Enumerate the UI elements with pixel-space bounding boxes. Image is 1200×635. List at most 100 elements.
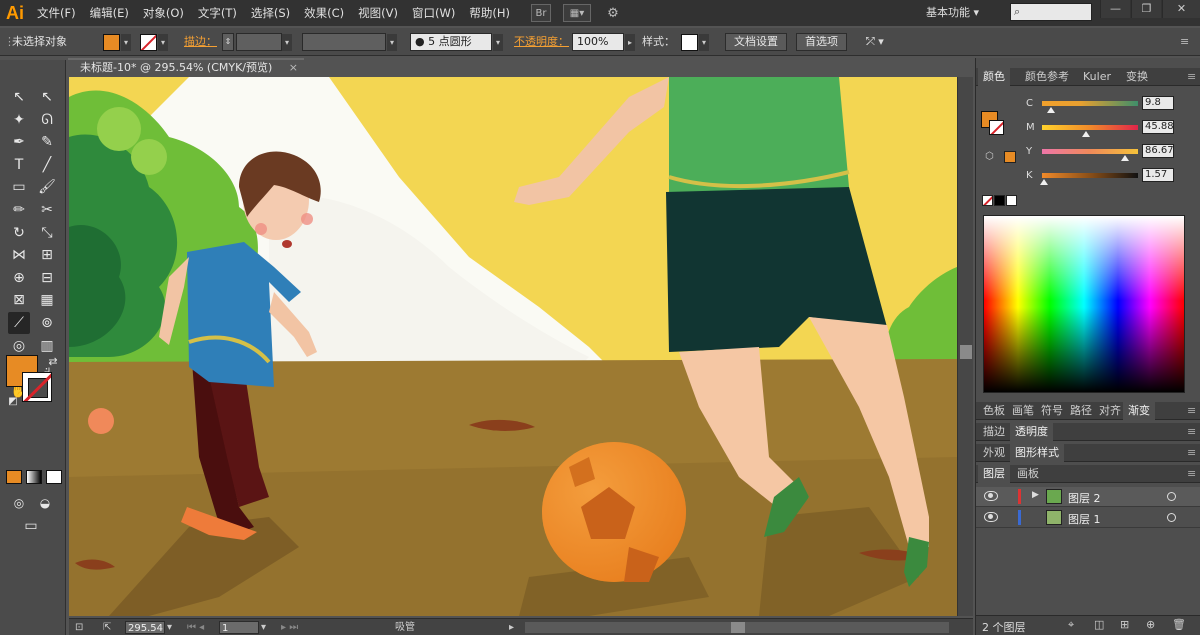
gpu-performance-icon[interactable]: ⚙ [603, 4, 623, 22]
fill-dropdown[interactable]: ▾ [121, 34, 131, 51]
channel-y-knob[interactable] [1121, 155, 1130, 161]
layer-name[interactable]: 图层 2 [1068, 490, 1101, 506]
tab-symbols[interactable]: 符号 [1036, 402, 1068, 420]
channel-k-slider[interactable] [1042, 173, 1138, 178]
pen-tool-icon[interactable]: ✒ [8, 131, 30, 153]
gradient-tool-icon[interactable]: ▦ [36, 289, 58, 311]
channel-k-knob[interactable] [1039, 179, 1048, 185]
symbol-sprayer-tool-icon[interactable]: ◎ [8, 335, 30, 357]
free-transform-tool-icon[interactable]: ⊞ [36, 244, 58, 266]
draw-inside-icon[interactable]: ◒ [34, 492, 56, 514]
tab-appearance[interactable]: 外观 [978, 444, 1010, 462]
panel-menu-icon[interactable]: ≡ [1182, 465, 1200, 483]
swap-fill-stroke-icon[interactable]: ⇄ [42, 350, 64, 372]
layer-target-icon[interactable] [1167, 492, 1176, 501]
minimize-button[interactable]: — [1100, 0, 1130, 18]
tab-color[interactable]: 颜色 [978, 68, 1010, 86]
opacity-label[interactable]: 不透明度： [514, 32, 569, 52]
artboard-canvas[interactable] [69, 77, 957, 616]
zoom-dropdown[interactable]: ▾ [167, 621, 172, 634]
opacity-dropdown[interactable]: ▸ [625, 34, 635, 51]
tab-stroke[interactable]: 描边 [978, 423, 1010, 441]
default-colors-icon[interactable]: ◩ [2, 390, 24, 412]
opacity-input[interactable]: 100% [572, 33, 624, 51]
make-clipping-mask-icon[interactable]: ◫ [1094, 618, 1104, 631]
tab-gradient[interactable]: 渐变 [1123, 402, 1155, 420]
zoom-input[interactable]: 295.54 [125, 621, 165, 634]
tab-transform[interactable]: 变换 [1121, 68, 1153, 86]
scale-tool-icon[interactable]: ⤡ [36, 222, 58, 244]
screen-mode-icon[interactable]: ▭ [20, 515, 42, 537]
menu-effect[interactable]: 效果(C) [297, 0, 351, 26]
tab-brushes[interactable]: 画笔 [1007, 402, 1039, 420]
menu-edit[interactable]: 编辑(E) [83, 0, 136, 26]
perspective-grid-tool-icon[interactable]: ⊟ [36, 267, 58, 289]
rotate-tool-icon[interactable]: ↻ [8, 222, 30, 244]
layer-row[interactable]: ▶ 图层 2 [976, 487, 1200, 507]
layer-target-icon[interactable] [1167, 513, 1176, 522]
stroke-weight-stepper[interactable]: ⇕ [222, 33, 234, 51]
stroke-color-box[interactable] [22, 372, 52, 402]
locate-object-icon[interactable]: ⌖ [1068, 618, 1074, 632]
status-menu-icon[interactable]: ▸ [509, 621, 514, 634]
export-icon[interactable]: ⇱ [103, 621, 111, 634]
panel-menu-icon[interactable]: ≡ [1182, 68, 1200, 86]
horizontal-scrollbar[interactable] [525, 622, 949, 633]
control-panel-menu-icon[interactable]: ≡ [1180, 32, 1189, 52]
rectangle-tool-icon[interactable]: ▭ [8, 176, 30, 198]
tab-align[interactable]: 对齐 [1094, 402, 1126, 420]
document-setup-button[interactable]: 文档设置 [725, 33, 787, 51]
restore-button[interactable]: ❐ [1131, 0, 1161, 18]
fill-swatch[interactable] [103, 34, 120, 51]
graphic-style-dropdown[interactable]: ▾ [699, 34, 709, 51]
tab-artboards[interactable]: 画板 [1012, 465, 1044, 483]
new-sublayer-icon[interactable]: ⊞ [1120, 618, 1129, 631]
visibility-eye-icon[interactable] [984, 491, 998, 501]
selection-tool-icon[interactable]: ↖ [8, 86, 30, 108]
first-artboard-icon[interactable]: ⏮ ◂ [187, 621, 204, 634]
document-tab[interactable]: 未标题-10* @ 295.54% (CMYK/预览) × [68, 58, 304, 76]
variable-width-profile[interactable] [302, 33, 386, 51]
panel-menu-icon[interactable]: ≡ [1182, 402, 1200, 420]
arrange-documents-icon[interactable]: ▦▾ [562, 4, 591, 22]
tab-swatches[interactable]: 色板 [978, 402, 1010, 420]
channel-m-knob[interactable] [1082, 131, 1091, 137]
transform-options-icon[interactable]: ⤱ ▾ [866, 32, 884, 52]
horizontal-scroll-thumb[interactable] [731, 622, 745, 633]
out-of-gamut-swatch[interactable] [1004, 151, 1016, 163]
direct-selection-tool-icon[interactable]: ↖ [36, 86, 58, 108]
graphic-style-swatch[interactable] [681, 34, 698, 51]
line-tool-icon[interactable]: ╱ [36, 154, 58, 176]
menu-file[interactable]: 文件(F) [30, 0, 83, 26]
eyedropper-tool-icon[interactable]: ⟋ [8, 312, 30, 334]
channel-m-slider[interactable] [1042, 125, 1138, 130]
panel-menu-icon[interactable]: ≡ [1182, 444, 1200, 462]
shape-builder-tool-icon[interactable]: ⊕ [8, 267, 30, 289]
channel-k-input[interactable]: 1.57 [1142, 168, 1174, 182]
paintbrush-tool-icon[interactable]: 🖌 [36, 176, 58, 198]
close-window-button[interactable]: ✕ [1162, 0, 1200, 18]
artboard-nav-icon[interactable]: ⊡ [75, 621, 83, 634]
workspace-switcher[interactable]: 基本功能 ▾ [920, 3, 985, 23]
menu-object[interactable]: 对象(O) [136, 0, 191, 26]
curvature-tool-icon[interactable]: ✎ [36, 131, 58, 153]
pencil-tool-icon[interactable]: ✏ [8, 199, 30, 221]
panel-stroke-swatch[interactable] [989, 120, 1004, 135]
mesh-tool-icon[interactable]: ⊠ [8, 289, 30, 311]
close-tab-icon[interactable]: × [289, 60, 298, 76]
tab-transparency[interactable]: 透明度 [1010, 423, 1053, 441]
brush-definition[interactable]: ● 5 点圆形 [410, 33, 492, 51]
menu-window[interactable]: 窗口(W) [405, 0, 462, 26]
next-artboard-icon[interactable]: ▸ ⏭ [281, 621, 298, 634]
tab-kuler[interactable]: Kuler [1078, 68, 1116, 86]
scissors-tool-icon[interactable]: ✂ [36, 199, 58, 221]
draw-mode-icon[interactable]: ◎ [8, 492, 30, 514]
channel-y-input[interactable]: 86.67 [1142, 144, 1174, 158]
layer-name[interactable]: 图层 1 [1068, 511, 1101, 527]
stroke-weight-input[interactable] [236, 33, 282, 51]
none-mode-icon[interactable] [46, 470, 62, 484]
menu-type[interactable]: 文字(T) [191, 0, 244, 26]
profile-dropdown[interactable]: ▾ [387, 34, 397, 51]
vertical-scroll-thumb[interactable] [960, 345, 972, 359]
magic-wand-tool-icon[interactable]: ✦ [8, 109, 30, 131]
